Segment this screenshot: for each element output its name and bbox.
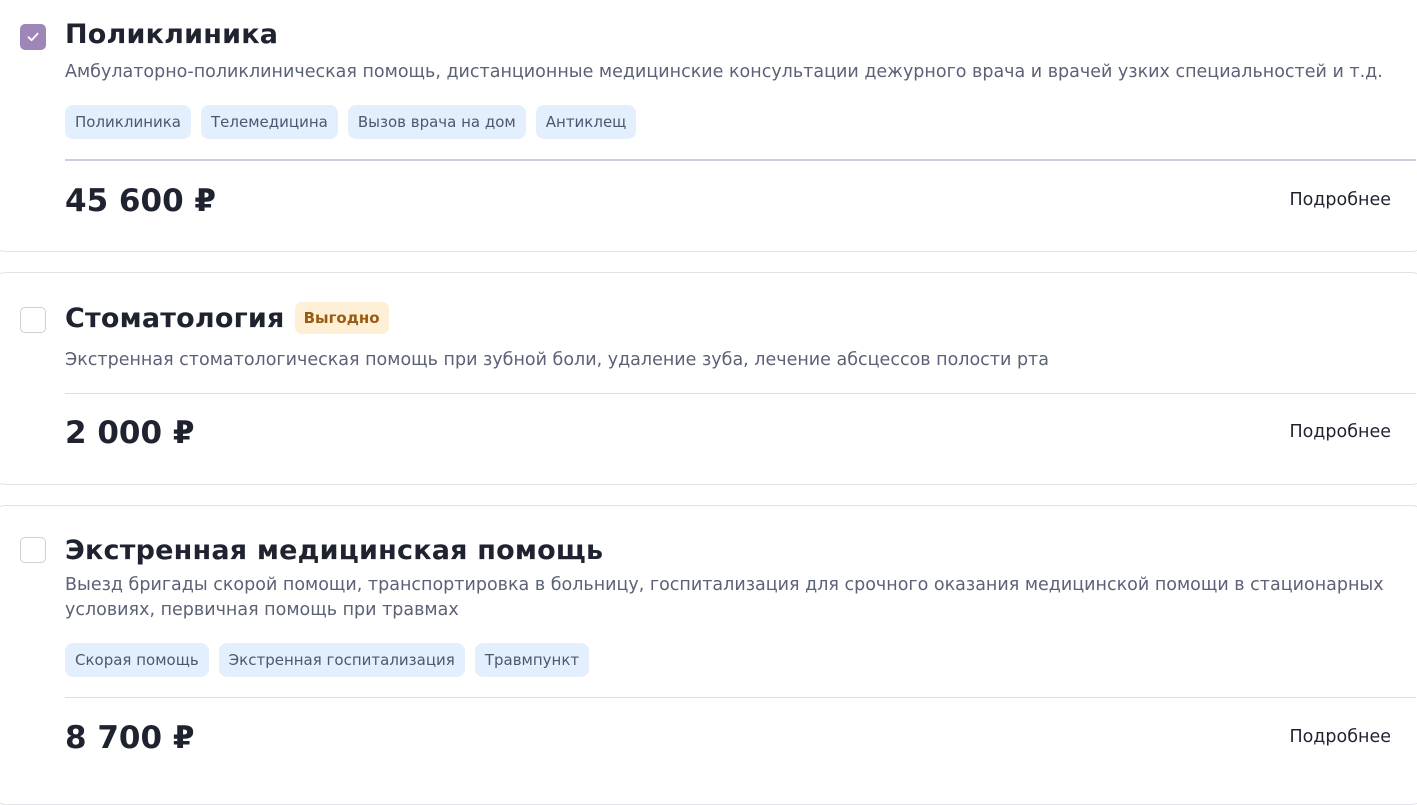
divider bbox=[65, 393, 1416, 394]
more-link[interactable]: Подробнее bbox=[1289, 190, 1391, 210]
service-card-dentistry: Стоматология Выгодно Экстренная стоматол… bbox=[0, 272, 1417, 485]
more-link[interactable]: Подробнее bbox=[1289, 422, 1391, 442]
service-price: 2 000 ₽ bbox=[65, 415, 195, 451]
service-tag: Экстренная госпитализация bbox=[218, 643, 465, 677]
service-tag: Антиклещ bbox=[535, 105, 637, 139]
profit-badge: Выгодно bbox=[294, 302, 389, 334]
service-checkbox[interactable] bbox=[20, 537, 46, 563]
service-tags: Скорая помощь Экстренная госпитализация … bbox=[65, 643, 590, 677]
service-tag: Телемедицина bbox=[201, 105, 338, 139]
divider bbox=[65, 697, 1416, 698]
service-tag: Поликлиника bbox=[65, 105, 191, 139]
service-card-polyclinic: Поликлиника Амбулаторно-поликлиническая … bbox=[0, 0, 1417, 252]
service-checkbox[interactable] bbox=[20, 307, 46, 333]
service-title: Экстренная медицинская помощь bbox=[65, 535, 604, 566]
service-tags: Поликлиника Телемедицина Вызов врача на … bbox=[65, 105, 637, 139]
title-row: Поликлиника bbox=[65, 19, 278, 50]
title-row: Стоматология Выгодно bbox=[65, 302, 389, 334]
service-description: Амбулаторно-поликлиническая помощь, дист… bbox=[65, 62, 1383, 82]
service-tag: Вызов врача на дом bbox=[347, 105, 526, 139]
divider bbox=[65, 159, 1416, 161]
service-tag: Травмпункт bbox=[474, 643, 590, 677]
service-price: 8 700 ₽ bbox=[65, 720, 195, 756]
service-title: Стоматология bbox=[65, 302, 285, 334]
service-description: Выезд бригады скорой помощи, транспортир… bbox=[65, 575, 1384, 620]
title-row: Экстренная медицинская помощь bbox=[65, 535, 603, 566]
service-card-emergency: Экстренная медицинская помощь Выезд бриг… bbox=[0, 505, 1417, 805]
service-price: 45 600 ₽ bbox=[65, 183, 217, 219]
service-checkbox[interactable] bbox=[20, 24, 46, 50]
service-title: Поликлиника bbox=[65, 19, 279, 50]
checkmark-icon bbox=[27, 32, 39, 42]
more-link[interactable]: Подробнее bbox=[1289, 727, 1391, 747]
service-description: Экстренная стоматологическая помощь при … bbox=[65, 350, 1049, 370]
service-tag: Скорая помощь bbox=[65, 643, 209, 677]
